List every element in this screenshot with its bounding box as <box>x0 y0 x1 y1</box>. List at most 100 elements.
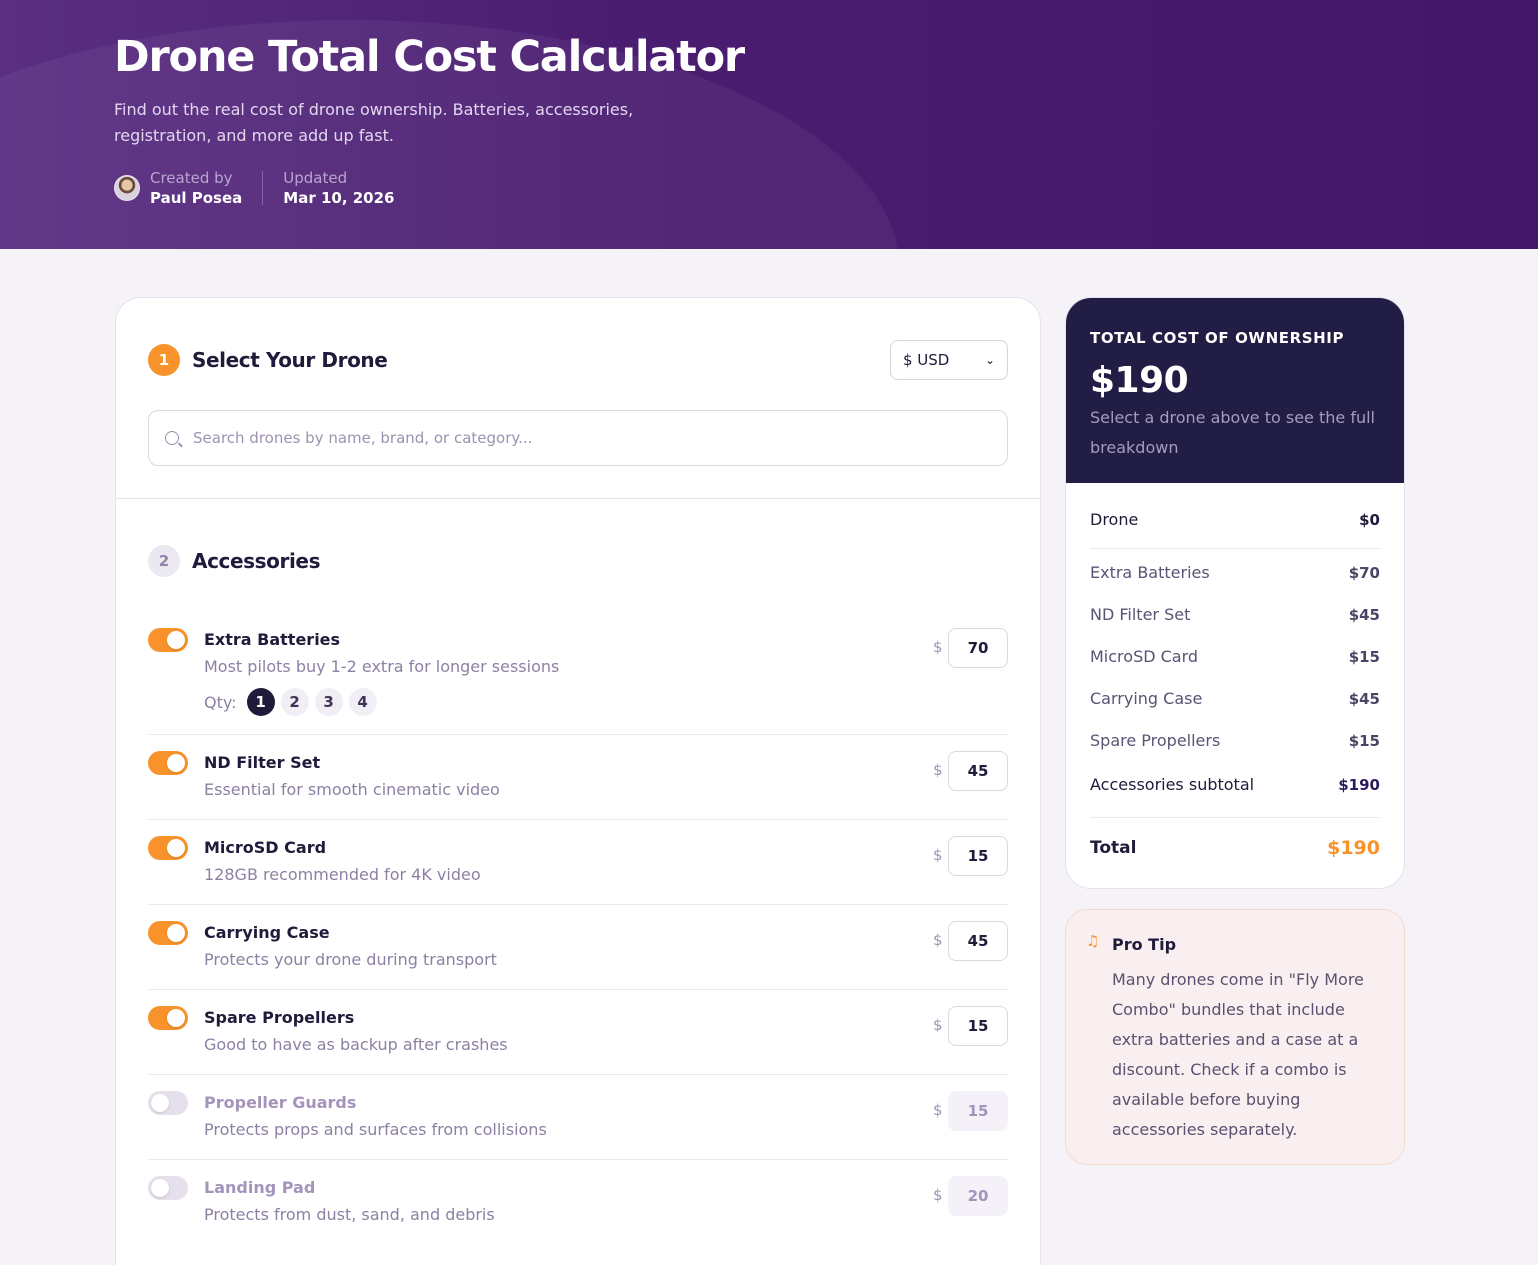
row-value: $45 <box>1348 689 1380 708</box>
row-label: Accessories subtotal <box>1090 775 1255 794</box>
row-value: $15 <box>1348 731 1380 750</box>
row-divider <box>148 1159 1008 1160</box>
drone-search-input[interactable]: Search drones by name, brand, or categor… <box>148 410 1008 466</box>
currency-symbol: $ <box>933 931 943 949</box>
summary-row-drone: Drone $0 <box>1090 510 1380 529</box>
row-label: Extra Batteries <box>1090 563 1210 582</box>
row-label: Drone <box>1090 510 1139 529</box>
price-input-propeller-guards[interactable]: 15 <box>948 1091 1008 1131</box>
accessory-microsd-card: MicroSD Card 128GB recommended for 4K vi… <box>148 836 1008 896</box>
price-input-extra-batteries[interactable]: 70 <box>948 628 1008 668</box>
toggle-spare-propellers[interactable] <box>148 1006 188 1030</box>
row-value: $45 <box>1348 605 1380 624</box>
row-label: Spare Propellers <box>1090 731 1221 750</box>
row-value: $70 <box>1348 563 1380 582</box>
qty-option-1[interactable]: 1 <box>246 688 275 716</box>
row-divider <box>148 904 1008 905</box>
summary-row: MicroSD Card $15 <box>1090 647 1380 666</box>
currency-symbol: $ <box>933 1016 943 1034</box>
row-label: MicroSD Card <box>1090 647 1199 666</box>
summary-header: TOTAL COST OF OWNERSHIP $190 Select a dr… <box>1066 298 1404 483</box>
row-value: $0 <box>1359 510 1380 529</box>
row-label: Total <box>1090 838 1137 858</box>
qty-label: Qty: <box>204 692 237 712</box>
toggle-carrying-case[interactable] <box>148 921 188 945</box>
row-value: $190 <box>1327 837 1380 859</box>
price-input-microsd-card[interactable]: 15 <box>948 836 1008 876</box>
summary-row: Extra Batteries $70 <box>1090 563 1380 582</box>
tip-body: Many drones come in "Fly More Combo" bun… <box>1112 970 1364 1139</box>
accessory-desc: Most pilots buy 1-2 extra for longer ses… <box>204 657 560 676</box>
summary-row: Spare Propellers $15 <box>1090 731 1380 750</box>
chevron-down-icon: ⌄ <box>984 353 995 367</box>
toggle-extra-batteries[interactable] <box>148 628 188 652</box>
accessory-desc: Good to have as backup after crashes <box>204 1035 508 1054</box>
accessory-desc: Protects props and surfaces from collisi… <box>204 1120 547 1139</box>
qty-option-3[interactable]: 3 <box>314 688 343 716</box>
quantity-selector: Qty: 1 2 3 4 <box>204 688 383 716</box>
search-icon <box>165 431 179 445</box>
toggle-propeller-guards[interactable] <box>148 1091 188 1115</box>
toggle-landing-pad[interactable] <box>148 1176 188 1200</box>
accessory-extra-batteries: Extra Batteries Most pilots buy 1-2 extr… <box>148 628 1008 718</box>
price-input-carrying-case[interactable]: 45 <box>948 921 1008 961</box>
toggle-knob <box>151 1179 169 1197</box>
toggle-knob <box>167 839 185 857</box>
price-input-landing-pad[interactable]: 20 <box>948 1176 1008 1216</box>
summary-divider <box>1090 548 1380 549</box>
accessory-carrying-case: Carrying Case Protects your drone during… <box>148 921 1008 981</box>
avatar <box>114 175 140 201</box>
pro-tip-card: ♫ Pro Tip Many drones come in "Fly More … <box>1065 909 1405 1165</box>
created-label: Created by <box>150 169 233 187</box>
summary-divider <box>1090 817 1380 818</box>
row-divider <box>148 819 1008 820</box>
updated-date: Mar 10, 2026 <box>283 189 395 207</box>
summary-row-total: Total $190 <box>1090 837 1380 859</box>
author-block: Created by Paul Posea <box>150 168 242 208</box>
author-name[interactable]: Paul Posea <box>150 188 242 208</box>
toggle-knob <box>167 754 185 772</box>
row-divider <box>148 989 1008 990</box>
summary-row: ND Filter Set $45 <box>1090 605 1380 624</box>
search-placeholder: Search drones by name, brand, or categor… <box>193 429 533 447</box>
page-title: Drone Total Cost Calculator <box>114 32 745 82</box>
updated-label: Updated <box>283 169 348 187</box>
accessories-title: Accessories <box>192 549 321 573</box>
summary-total: $190 <box>1090 360 1189 401</box>
qty-option-4[interactable]: 4 <box>348 688 377 716</box>
currency-symbol: $ <box>933 761 943 779</box>
accessory-desc: Protects from dust, sand, and debris <box>204 1205 495 1224</box>
cost-summary-card: TOTAL COST OF OWNERSHIP $190 Select a dr… <box>1065 297 1405 889</box>
toggle-nd-filter-set[interactable] <box>148 751 188 775</box>
accessory-name: Landing Pad <box>204 1178 316 1197</box>
summary-hint: Select a drone above to see the full bre… <box>1090 408 1375 457</box>
accessory-spare-propellers: Spare Propellers Good to have as backup … <box>148 1006 1008 1066</box>
updated-block: Updated Mar 10, 2026 <box>283 168 394 208</box>
price-input-spare-propellers[interactable]: 15 <box>948 1006 1008 1046</box>
summary-label: TOTAL COST OF OWNERSHIP <box>1090 329 1345 347</box>
select-drone-title: Select Your Drone <box>192 348 388 372</box>
section-divider <box>116 498 1040 499</box>
row-label: ND Filter Set <box>1090 605 1191 624</box>
currency-symbol: $ <box>933 638 943 656</box>
toggle-knob <box>167 924 185 942</box>
row-label: Carrying Case <box>1090 689 1203 708</box>
price-input-nd-filter-set[interactable]: 45 <box>948 751 1008 791</box>
accessory-name: MicroSD Card <box>204 838 327 857</box>
toggle-knob <box>151 1094 169 1112</box>
currency-select[interactable]: $ USD ⌄ <box>890 340 1008 380</box>
meta-divider <box>262 171 264 205</box>
page-subtitle: Find out the real cost of drone ownershi… <box>114 100 634 145</box>
row-divider <box>148 734 1008 735</box>
currency-symbol: $ <box>933 846 943 864</box>
calculator-card: 1 Select Your Drone $ USD ⌄ Search drone… <box>115 297 1041 1265</box>
accessory-nd-filter-set: ND Filter Set Essential for smooth cinem… <box>148 751 1008 811</box>
accessory-desc: Essential for smooth cinematic video <box>204 780 500 799</box>
qty-option-2[interactable]: 2 <box>280 688 309 716</box>
currency-symbol: $ <box>933 1186 943 1204</box>
step-2-badge: 2 <box>148 545 180 577</box>
toggle-microsd-card[interactable] <box>148 836 188 860</box>
accessory-desc: Protects your drone during transport <box>204 950 497 969</box>
row-value: $190 <box>1338 775 1380 794</box>
accessory-desc: 128GB recommended for 4K video <box>204 865 481 884</box>
